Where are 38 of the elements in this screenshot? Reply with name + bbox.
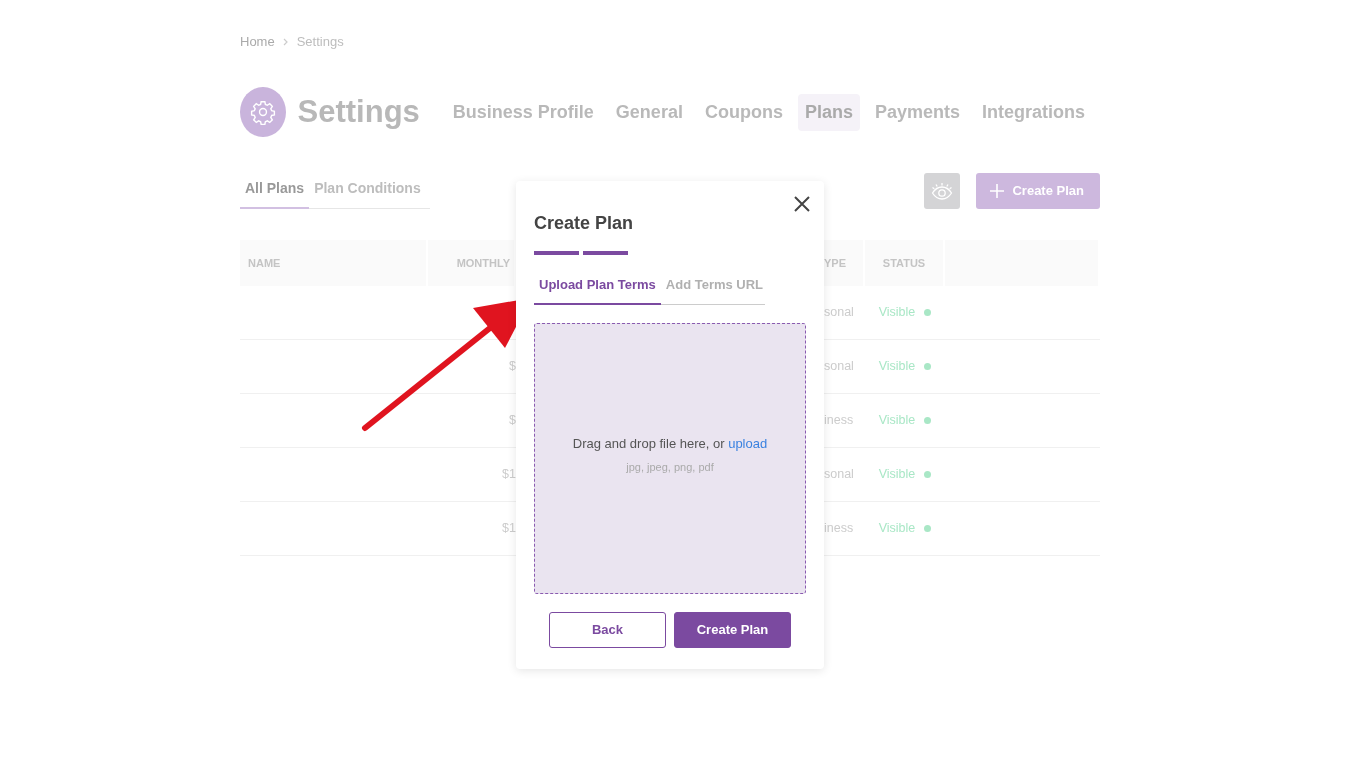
modal-tab[interactable]: Add Terms URL [660,272,769,306]
nav-tab[interactable]: Coupons [697,93,790,131]
status-dot [924,525,932,532]
nav-tab[interactable]: Payments [867,93,967,131]
breadcrumb-link[interactable]: Settings [296,32,344,52]
status-text: Visible [878,466,916,484]
status-text: Visible [878,304,916,322]
nav-tab[interactable]: General [608,93,690,131]
status-dot [924,471,932,478]
status-text: Visible [878,520,916,538]
dropzone-text: Drag and drop file here, or upload [572,435,768,454]
status-dot [924,417,932,424]
nav-tab[interactable]: Plans [797,93,860,131]
upload-link[interactable]: upload [728,436,768,452]
breadcrumb-link[interactable]: Home [240,32,275,52]
file-types-hint: jpg, jpeg, png, pdf [626,459,714,475]
status-dot [924,309,932,316]
chevron-icon [282,38,289,46]
create-plan-button[interactable]: Create Plan [976,173,1100,209]
status-text: Visible [878,412,916,430]
eye-icon [931,182,954,200]
sub-tab[interactable]: All Plans [240,174,310,209]
page-title: Settings [297,93,420,131]
settings-icon [240,87,286,137]
modal-tab[interactable]: Upload Plan Terms [534,272,661,306]
table-cell-text: $ [509,358,516,376]
nav-tab[interactable]: Business Profile [445,93,601,131]
modal-title: Create Plan [534,213,635,235]
sub-tab[interactable]: Plan Conditions [309,174,426,209]
status-dot [924,363,932,370]
status-text: Visible [878,358,916,376]
nav-tab[interactable]: Integrations [975,93,1092,131]
close-icon [792,193,812,214]
plus-icon [990,184,1005,198]
create-plan-button[interactable]: Create Plan [674,612,791,649]
table-cell-text: $ [509,412,516,430]
file-dropzone[interactable]: Drag and drop file here, or upload jpg, jpeg, png, pdf [534,323,806,595]
back-button[interactable]: Back [549,612,666,649]
